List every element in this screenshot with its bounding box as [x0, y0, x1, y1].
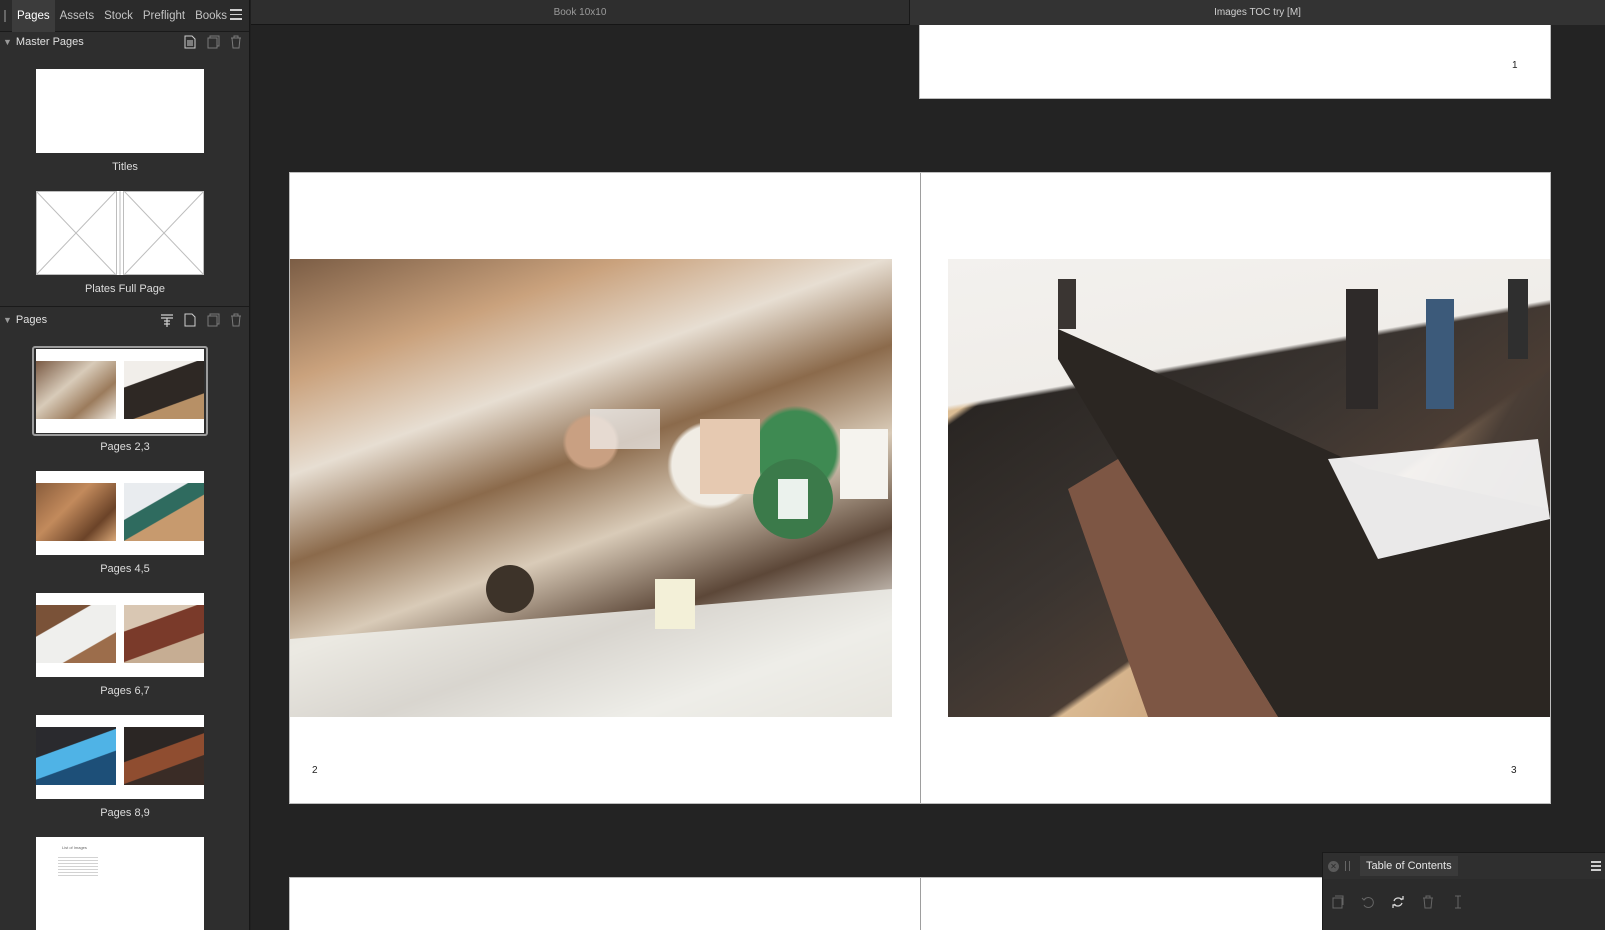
- thumb-image: [124, 727, 204, 785]
- document-tab-bar: Book 10x10 Images TOC try [M]: [251, 0, 1605, 25]
- doc-tab-book[interactable]: Book 10x10: [251, 0, 910, 25]
- thumb-image: [36, 361, 116, 419]
- pages-header[interactable]: ▼ Pages: [0, 310, 249, 330]
- insert-toc-icon[interactable]: [1331, 895, 1345, 909]
- toc-header: ✕ Table of Contents: [1323, 853, 1605, 879]
- trash-icon[interactable]: [228, 312, 244, 328]
- new-page-icon[interactable]: [182, 312, 198, 328]
- page-number: 2: [312, 765, 318, 776]
- tab-assets[interactable]: Assets: [55, 0, 100, 32]
- spread-thumb-2-3[interactable]: [36, 349, 204, 433]
- spread-thumb-8-9[interactable]: [36, 715, 204, 799]
- collage-photo[interactable]: [290, 259, 892, 717]
- hamburger-menu-icon[interactable]: [1591, 861, 1601, 873]
- document-canvas[interactable]: 1 2 3: [251, 25, 1605, 930]
- spread-thumb-4-5[interactable]: [36, 471, 204, 555]
- new-page-icon[interactable]: [182, 34, 198, 50]
- trash-icon[interactable]: [228, 34, 244, 50]
- thumb-image: [124, 361, 204, 419]
- app-window: Pages Assets Stock Preflight Books ▼ Mas…: [0, 0, 1605, 930]
- hamburger-menu-icon[interactable]: [230, 9, 242, 21]
- master-label-plates: Plates Full Page: [84, 283, 166, 295]
- toc-toolbar: [1331, 895, 1465, 909]
- chevron-down-icon[interactable]: ▼: [3, 37, 12, 47]
- panel-grip[interactable]: [1345, 861, 1350, 871]
- thumb-image: [36, 605, 116, 663]
- panel-grip[interactable]: [4, 9, 6, 22]
- duplicate-icon[interactable]: [205, 312, 221, 328]
- tab-pages[interactable]: Pages: [12, 0, 55, 32]
- tab-stock[interactable]: Stock: [99, 0, 138, 32]
- master-pages-header[interactable]: ▼ Master Pages: [0, 32, 249, 52]
- master-label-titles: Titles: [112, 161, 138, 173]
- tab-books[interactable]: Books: [190, 0, 232, 32]
- refresh-icon[interactable]: [1391, 895, 1405, 909]
- close-icon[interactable]: ✕: [1328, 860, 1339, 872]
- spread-label: Pages 6,7: [100, 685, 150, 697]
- doc-tab-images-toc[interactable]: Images TOC try [M]: [910, 0, 1605, 25]
- duplicate-icon[interactable]: [205, 34, 221, 50]
- spine-divider: [920, 878, 921, 930]
- gallery-photo[interactable]: [948, 259, 1550, 717]
- page-1[interactable]: 1: [919, 25, 1551, 99]
- undo-icon[interactable]: [1361, 895, 1375, 909]
- spread-2-3[interactable]: 2 3: [289, 172, 1551, 804]
- thumb-image: [36, 727, 116, 785]
- toc-title[interactable]: Table of Contents: [1360, 856, 1458, 876]
- master-pages-toolbar: [182, 34, 244, 50]
- thumb-image: [36, 483, 116, 541]
- spine-divider: [920, 173, 921, 803]
- thumb-text-lines: [58, 855, 98, 877]
- spread-thumb-list-of-images[interactable]: List of Images: [36, 837, 204, 930]
- thumb-image: [124, 483, 204, 541]
- master-pages-title: Master Pages: [15, 36, 84, 48]
- section-divider: [0, 306, 249, 307]
- text-cursor-icon[interactable]: [1451, 895, 1465, 909]
- page-number: 1: [1512, 60, 1518, 71]
- panel-tab-bar: Pages Assets Stock Preflight Books: [0, 0, 249, 32]
- tab-preflight[interactable]: Preflight: [138, 0, 190, 32]
- spread-label: Pages 2,3: [100, 441, 150, 453]
- thumb-image: [124, 605, 204, 663]
- master-thumb-titles[interactable]: [36, 69, 204, 153]
- text-flow-icon[interactable]: [159, 312, 175, 328]
- pages-toolbar: [159, 312, 244, 328]
- spread-thumb-6-7[interactable]: [36, 593, 204, 677]
- chevron-down-icon[interactable]: ▼: [3, 315, 12, 325]
- master-thumb-plates[interactable]: [36, 191, 204, 275]
- pages-panel: Pages Assets Stock Preflight Books ▼ Mas…: [0, 0, 250, 930]
- spread-label: Pages 8,9: [100, 807, 150, 819]
- thumb-text: List of Images: [62, 845, 87, 850]
- table-of-contents-panel: ✕ Table of Contents: [1322, 852, 1605, 930]
- spread-label: Pages 4,5: [100, 563, 150, 575]
- pages-title: Pages: [15, 314, 48, 326]
- page-number: 3: [1511, 765, 1517, 776]
- trash-icon[interactable]: [1421, 895, 1435, 909]
